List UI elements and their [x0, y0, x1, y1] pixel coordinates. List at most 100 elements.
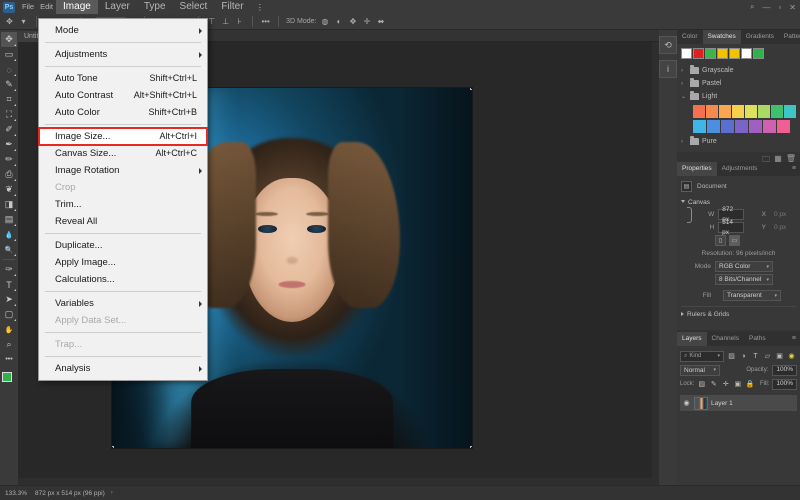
rectangle-tool[interactable]: ▢: [1, 307, 17, 322]
minimize-icon[interactable]: ―: [758, 3, 774, 12]
menu-item-analysis[interactable]: Analysis: [39, 360, 207, 377]
swatch-chip[interactable]: [784, 105, 796, 118]
type-tool[interactable]: T: [1, 277, 17, 292]
link-dimensions-icon[interactable]: [687, 206, 693, 223]
zoom-level[interactable]: 133.3%: [5, 490, 29, 497]
foreground-color-swatch[interactable]: [2, 372, 12, 382]
swatch-chip[interactable]: [729, 48, 740, 59]
swatch-chip[interactable]: [705, 48, 716, 59]
landscape-orientation-icon[interactable]: ▭: [729, 235, 740, 246]
menu-item-image-rotation[interactable]: Image Rotation: [39, 162, 207, 179]
orbit-icon[interactable]: ◍: [320, 16, 331, 27]
lock-artboard-icon[interactable]: ▣: [733, 380, 742, 389]
menu-item-auto-color[interactable]: Auto Color Shift+Ctrl+B: [39, 104, 207, 121]
blend-mode-dropdown[interactable]: Normal ▾: [680, 364, 720, 376]
swatch-chip[interactable]: [693, 120, 706, 133]
y-input[interactable]: 0 px: [770, 222, 796, 233]
layer-filter-dropdown[interactable]: ⌕ Kind ▾: [680, 350, 724, 362]
image-menu-dropdown[interactable]: Mode Adjustments Auto Tone Shift+Ctrl+L …: [38, 18, 208, 381]
swatch-chip[interactable]: [693, 105, 705, 118]
quick-selection-tool[interactable]: ✎: [1, 77, 17, 92]
tab-patterns[interactable]: Patterns: [779, 30, 800, 44]
menu-item-image-size[interactable]: Image Size... Alt+Ctrl+I: [38, 127, 208, 146]
swatch-chip[interactable]: [681, 48, 692, 59]
color-swatches[interactable]: [0, 370, 18, 390]
fill-input[interactable]: 100%: [772, 378, 797, 390]
canvas-horizontal-scrollbar[interactable]: [18, 478, 659, 485]
menu-item-duplicate[interactable]: Duplicate...: [39, 237, 207, 254]
blur-tool[interactable]: 💧: [1, 227, 17, 242]
opacity-input[interactable]: 100%: [772, 364, 797, 376]
tool-preset-chevron-icon[interactable]: ▾: [18, 16, 29, 27]
more-vertical-icon[interactable]: ⋮: [251, 0, 270, 14]
swatch-chip[interactable]: [717, 48, 728, 59]
swatch-group-pure[interactable]: › Pure: [681, 135, 796, 148]
portrait-orientation-icon[interactable]: ▯: [715, 235, 726, 246]
dodge-tool[interactable]: 🔍: [1, 242, 17, 257]
lock-position-icon[interactable]: ✛: [721, 380, 730, 389]
info-panel-icon[interactable]: i: [659, 60, 677, 78]
menu-item-canvas-size[interactable]: Canvas Size... Alt+Ctrl+C: [39, 145, 207, 162]
menu-item-adjustments[interactable]: Adjustments: [39, 46, 207, 63]
selection-handle-bottom-right[interactable]: [470, 446, 472, 448]
tab-swatches[interactable]: Swatches: [702, 30, 741, 44]
menu-item-reveal-all[interactable]: Reveal All: [39, 213, 207, 230]
pan-icon[interactable]: ✥: [348, 16, 359, 27]
swatch-chip[interactable]: [763, 120, 776, 133]
type-filter-icon[interactable]: T: [751, 352, 760, 361]
menu-item-auto-contrast[interactable]: Auto Contrast Alt+Shift+Ctrl+L: [39, 87, 207, 104]
roll-icon[interactable]: ◐: [334, 16, 345, 27]
tab-channels[interactable]: Channels: [707, 332, 744, 346]
menu-image[interactable]: Image: [56, 0, 98, 14]
tab-properties[interactable]: Properties: [677, 162, 717, 176]
filter-power-icon[interactable]: ◉: [787, 352, 796, 361]
rulers-grids-section-header[interactable]: Rulers & Grids: [681, 306, 796, 318]
swatch-chip[interactable]: [758, 105, 770, 118]
swatch-chip[interactable]: [735, 120, 748, 133]
lock-all-icon[interactable]: 🔒: [745, 380, 754, 389]
move-tool[interactable]: ✥: [1, 32, 17, 47]
menu-type[interactable]: Type: [137, 0, 173, 14]
spot-healing-brush-tool[interactable]: ✒: [1, 137, 17, 152]
smart-object-filter-icon[interactable]: ▣: [775, 352, 784, 361]
swatch-chip[interactable]: [732, 105, 744, 118]
tab-color[interactable]: Color: [677, 30, 703, 44]
eye-icon[interactable]: ◉: [682, 399, 691, 408]
fill-dropdown[interactable]: Transparent ▾: [723, 290, 781, 301]
swatch-chip[interactable]: [771, 105, 783, 118]
adjustment-filter-icon[interactable]: ◑: [739, 352, 748, 361]
menu-edit[interactable]: Edit: [37, 0, 56, 14]
tab-paths[interactable]: Paths: [744, 332, 771, 346]
menu-item-mode[interactable]: Mode: [39, 22, 207, 39]
rectangular-marquee-tool[interactable]: ▭: [1, 47, 17, 62]
history-brush-tool[interactable]: ❦: [1, 182, 17, 197]
menu-layer[interactable]: Layer: [98, 0, 137, 14]
menu-item-apply-image[interactable]: Apply Image...: [39, 254, 207, 271]
clone-stamp-tool[interactable]: ⎙: [1, 167, 17, 182]
lock-image-icon[interactable]: ✎: [709, 380, 718, 389]
shape-filter-icon[interactable]: ▱: [763, 352, 772, 361]
chevron-right-icon[interactable]: ›: [111, 490, 113, 496]
selection-handle-bottom-left[interactable]: [112, 446, 114, 448]
swatch-group-light[interactable]: ⌄ Light: [681, 90, 796, 103]
edit-toolbar-more[interactable]: •••: [1, 352, 17, 367]
pen-tool[interactable]: ✑: [1, 262, 17, 277]
menu-filter[interactable]: Filter: [214, 0, 250, 14]
eyedropper-tool[interactable]: ✐: [1, 122, 17, 137]
swatch-chip[interactable]: [721, 120, 734, 133]
bit-depth-dropdown[interactable]: 8 Bits/Channel ▾: [715, 274, 773, 285]
selection-handle-top-right[interactable]: [470, 88, 472, 90]
canvas-vertical-scrollbar[interactable]: [652, 42, 659, 485]
lock-transparency-icon[interactable]: ▨: [697, 380, 706, 389]
hand-tool[interactable]: ✋: [1, 322, 17, 337]
panel-menu-icon[interactable]: ≡: [788, 332, 800, 346]
swatch-group-pastel[interactable]: › Pastel: [681, 77, 796, 90]
swatch-chip[interactable]: [753, 48, 764, 59]
swatch-chip[interactable]: [741, 48, 752, 59]
close-icon[interactable]: ✕: [785, 3, 800, 12]
maximize-icon[interactable]: ▫: [774, 3, 785, 12]
history-panel-icon[interactable]: ⟲: [659, 36, 677, 54]
lasso-tool[interactable]: ◌: [1, 62, 17, 77]
swatch-group-grayscale[interactable]: › Grayscale: [681, 64, 796, 77]
search-icon[interactable]: ⌕: [746, 2, 758, 12]
